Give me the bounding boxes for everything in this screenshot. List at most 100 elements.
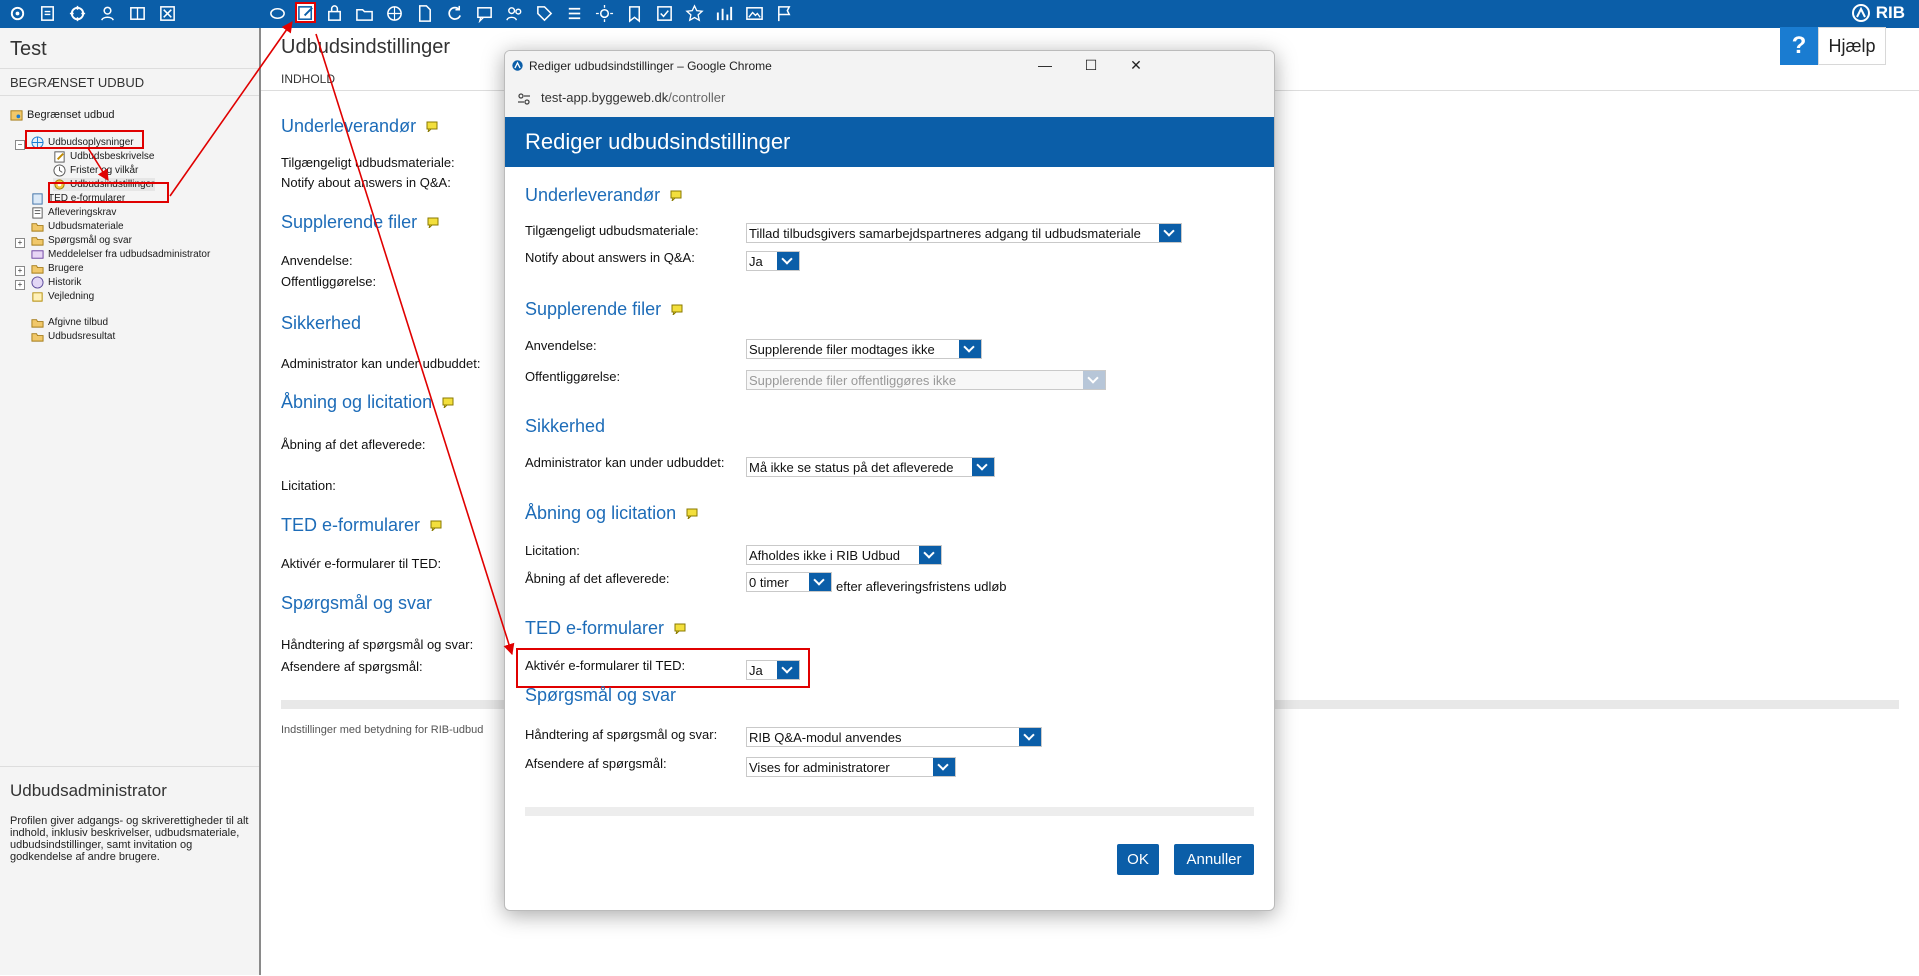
tree-item-vejledning[interactable]: Vejledning: [31, 290, 94, 303]
requirements-icon: [32, 207, 43, 219]
toolbar-close-icon[interactable]: [158, 4, 177, 23]
tree-expand-icon[interactable]: +: [15, 266, 25, 276]
heading-text: Spørgsmål og svar: [281, 593, 433, 613]
toolbar-lock-icon[interactable]: [325, 4, 344, 23]
tree-item-brugere[interactable]: Brugere: [31, 262, 84, 275]
toolbar-folder-icon[interactable]: [355, 4, 374, 23]
toolbar-image-icon[interactable]: [745, 4, 764, 23]
heading-text: Sikkerhed: [281, 313, 362, 333]
tree-label: Frister og vilkår: [70, 165, 139, 176]
bids-folder-icon: [31, 319, 44, 328]
minimize-button[interactable]: —: [1034, 57, 1056, 75]
toolbar-star-icon[interactable]: [685, 4, 704, 23]
note-icon[interactable]: [442, 397, 454, 408]
heading-text: Underleverandør: [525, 185, 661, 205]
tree-expand-icon[interactable]: +: [15, 280, 25, 290]
help-question-icon[interactable]: ?: [1780, 27, 1818, 65]
qa-handling-select[interactable]: RIB Q&A-modul anvendes: [746, 727, 1042, 747]
qa-senders-select[interactable]: Vises for administratorer: [746, 757, 956, 777]
dialog-title: Rediger udbudsindstillinger: [525, 129, 791, 154]
toolbar-refresh-icon[interactable]: [445, 4, 464, 23]
dialog-scrollbar[interactable]: [525, 807, 1254, 816]
toolbar-page-icon[interactable]: [415, 4, 434, 23]
dialog-heading-supplerende: Supplerende filer: [525, 299, 683, 320]
site-info-icon[interactable]: [517, 92, 531, 106]
notify-select[interactable]: Ja: [746, 251, 800, 271]
tree-item-spoergsmaal-og-svar[interactable]: Spørgsmål og svar: [31, 234, 132, 247]
licitation-select[interactable]: Afholdes ikke i RIB Udbud: [746, 545, 942, 565]
toolbar-settings-icon[interactable]: [68, 4, 87, 23]
browser-titlebar: Rediger udbudsindstillinger – Google Chr…: [505, 51, 1274, 117]
aabning-suffix: efter afleveringsfristens udløb: [836, 579, 1007, 594]
toolbar-tender-icon[interactable]: [268, 4, 287, 23]
tree-item-udbudsbeskrivelse[interactable]: Udbudsbeskrivelse: [53, 150, 155, 163]
chevron-down-icon[interactable]: [959, 340, 981, 358]
chevron-down-icon[interactable]: [809, 573, 831, 591]
tree-label: Brugere: [48, 263, 84, 274]
tree-item-meddelelser[interactable]: Meddelelser fra udbudsadministrator: [31, 248, 210, 261]
note-icon[interactable]: [430, 520, 442, 531]
tree-item-udbudsresultat[interactable]: Udbudsresultat: [31, 330, 115, 343]
note-icon[interactable]: [671, 304, 683, 315]
toolbar-list-icon[interactable]: [565, 4, 584, 23]
heading-text: Supplerende filer: [525, 299, 662, 319]
toolbar-gear-icon[interactable]: [8, 4, 27, 23]
toolbar-check-icon[interactable]: [655, 4, 674, 23]
clock-icon: [53, 164, 66, 177]
tree-item-frister-og-vilkaar[interactable]: Frister og vilkår: [53, 164, 138, 177]
tree-item-afleveringskrav[interactable]: Afleveringskrav: [31, 206, 116, 219]
toolbar-edit-settings-icon[interactable]: [295, 2, 316, 23]
tree-item-udbudsmateriale[interactable]: Udbudsmateriale: [31, 220, 124, 233]
note-icon[interactable]: [686, 508, 698, 519]
administrator-select[interactable]: Må ikke se status på det afleverede: [746, 457, 995, 477]
url-bar[interactable]: test-app.byggeweb.dk/controller: [541, 90, 725, 105]
select-value: Supplerende filer offentliggøres ikke: [749, 373, 957, 388]
heading-text: TED e-formularer: [281, 515, 421, 535]
heading-text: Underleverandør: [281, 116, 417, 136]
close-window-button[interactable]: ✕: [1125, 57, 1147, 75]
qa-folder-icon: [31, 237, 44, 246]
toolbar-sun-icon[interactable]: [595, 4, 614, 23]
project-subtitle-bar: BEGRÆNSET UDBUD: [0, 68, 259, 96]
tree-label: Begrænset udbud: [27, 108, 115, 121]
users-folder-icon: [31, 265, 44, 274]
select-value: RIB Q&A-modul anvendes: [749, 730, 902, 745]
ok-button[interactable]: OK: [1117, 844, 1159, 875]
toolbar-bookmark-icon[interactable]: [625, 4, 644, 23]
toolbar-tag-icon[interactable]: [535, 4, 554, 23]
tree-item-begraenset-udbud[interactable]: Begrænset udbud: [10, 108, 114, 121]
maximize-button[interactable]: ☐: [1080, 57, 1102, 75]
help-button[interactable]: Hjælp: [1818, 27, 1886, 65]
tree-item-historik[interactable]: Historik: [31, 276, 81, 289]
anvendelse-select[interactable]: Supplerende filer modtages ikke: [746, 339, 982, 359]
note-icon[interactable]: [426, 121, 438, 132]
note-icon[interactable]: [427, 217, 439, 228]
label-qa-handling: Håndtering af spørgsmål og svar:: [525, 727, 718, 742]
toolbar-people-icon[interactable]: [505, 4, 524, 23]
chevron-down-icon[interactable]: [972, 458, 994, 476]
chevron-down-icon[interactable]: [1019, 728, 1041, 746]
top-toolbar: RIB: [0, 0, 1919, 28]
chevron-down-icon[interactable]: [933, 758, 955, 776]
chevron-down-icon[interactable]: [1159, 224, 1181, 242]
note-icon[interactable]: [670, 190, 682, 201]
toolbar-message-icon[interactable]: [475, 4, 494, 23]
cancel-button[interactable]: Annuller: [1174, 844, 1254, 875]
tree-collapse-icon[interactable]: −: [15, 140, 25, 150]
toolbar-book-icon[interactable]: [128, 4, 147, 23]
note-icon[interactable]: [674, 623, 686, 634]
toolbar-flag-icon[interactable]: [775, 4, 794, 23]
chevron-down-icon[interactable]: [777, 252, 799, 270]
dialog-heading-underleverandor: Underleverandør: [525, 185, 682, 206]
toolbar-document-icon[interactable]: [38, 4, 57, 23]
toolbar-chart-icon[interactable]: [715, 4, 734, 23]
material-select[interactable]: Tillad tilbudsgivers samarbejdspartneres…: [746, 223, 1182, 243]
tree-item-afgivne-tilbud[interactable]: Afgivne tilbud: [31, 316, 108, 329]
tree-expand-icon[interactable]: +: [15, 238, 25, 248]
toolbar-users-icon[interactable]: [98, 4, 117, 23]
select-value: Supplerende filer modtages ikke: [749, 342, 935, 357]
chevron-down-icon[interactable]: [919, 546, 941, 564]
aabning-select[interactable]: 0 timer: [746, 572, 832, 592]
toolbar-world-icon[interactable]: [385, 4, 404, 23]
rib-logo: RIB: [1851, 3, 1905, 23]
